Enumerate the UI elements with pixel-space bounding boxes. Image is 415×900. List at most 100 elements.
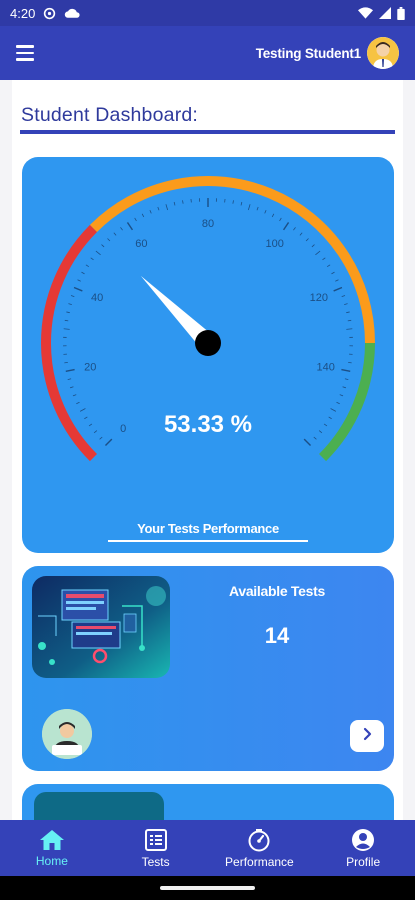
gauge-minor-tick [346, 311, 350, 314]
gauge-minor-tick [63, 328, 70, 330]
gauge-value-text: 53.33 % [164, 411, 252, 438]
gauge-minor-tick [77, 279, 81, 282]
gauge-tick-label: 20 [84, 361, 96, 373]
gauge-minor-tick [264, 209, 267, 214]
gauge-minor-tick [93, 430, 98, 434]
gauge-minor-tick [95, 250, 101, 256]
gauge-minor-tick [165, 204, 169, 211]
gauge-minor-tick [328, 416, 332, 420]
gauge-minor-tick [293, 227, 296, 231]
tests-illustration [32, 576, 170, 678]
nav-tests[interactable]: Tests [104, 820, 208, 876]
gauge-minor-tick [256, 206, 259, 211]
gauge-minor-tick [323, 423, 328, 427]
gauge-minor-tick [157, 206, 160, 211]
battery-icon [397, 6, 405, 20]
status-bar: 4:20 [0, 0, 415, 26]
gauge-minor-tick [64, 319, 69, 322]
gauge-minor-tick [120, 227, 123, 231]
gauge-minor-tick [336, 401, 340, 405]
gauge-minor-tick [85, 264, 90, 268]
gauge-major-tick [303, 438, 312, 447]
speedometer-icon [247, 828, 271, 852]
gauge-minor-tick [67, 378, 72, 380]
gauge-minor-tick [232, 200, 234, 204]
gauge-minor-tick [347, 319, 352, 322]
gauge-major-tick [333, 286, 343, 292]
nav-tests-label: Tests [141, 854, 170, 869]
gauge-tick-label: 80 [202, 218, 214, 230]
gauge-arc-mid [89, 176, 375, 343]
nav-performance[interactable]: Performance [208, 820, 312, 876]
gauge-minor-tick [341, 295, 346, 298]
available-tests-label: Available Tests [229, 583, 325, 599]
gauge-minor-tick [88, 423, 93, 427]
home-gesture-pill[interactable] [160, 886, 255, 890]
performance-gauge-card: 0 20 40 60 80 100 120 140 53.33 % Your Tests Per… [22, 157, 394, 553]
gauge-minor-tick [271, 213, 275, 218]
gauge-minor-tick [313, 436, 317, 440]
signal-icon [379, 7, 391, 19]
gauge-tick-label: 100 [265, 238, 283, 250]
gauge-minor-tick [68, 303, 72, 305]
gauge-minor-tick [331, 271, 335, 275]
open-tests-button[interactable] [350, 720, 384, 752]
person-icon [351, 828, 375, 852]
gauge-minor-tick [76, 401, 80, 405]
gauge-minor-tick [81, 271, 85, 275]
gauge-tick-label: 140 [317, 361, 335, 373]
gauge-minor-tick [66, 311, 70, 314]
gauge-minor-tick [279, 217, 282, 222]
gauge-minor-tick [107, 238, 111, 242]
gauge-tick-label: 60 [135, 238, 147, 250]
performance-gauge: 0 20 40 60 80 100 120 140 53.33 % [41, 176, 375, 462]
gauge-minor-tick [134, 217, 137, 222]
cloud-icon [64, 7, 80, 19]
gauge-major-tick [65, 368, 75, 372]
list-icon [144, 828, 168, 852]
gauge-minor-tick [344, 303, 348, 305]
gauge-arc-high [318, 342, 375, 462]
student-illustration [42, 709, 92, 759]
hamburger-menu-icon[interactable] [16, 41, 40, 65]
nav-profile-label: Profile [346, 854, 381, 869]
nav-profile[interactable]: Profile [311, 820, 415, 876]
gauge-minor-tick [182, 200, 184, 204]
gauge-minor-tick [339, 394, 344, 397]
title-underline [20, 130, 395, 134]
gauge-minor-tick [346, 328, 353, 330]
gauge-minor-tick [311, 244, 315, 248]
gauge-tick-label: 120 [310, 292, 328, 304]
chevron-right-icon [360, 727, 374, 746]
nav-home[interactable]: Home [0, 820, 104, 876]
gauge-minor-tick [141, 213, 145, 218]
gauge-minor-tick [315, 250, 321, 256]
gauge-major-tick [104, 438, 113, 447]
gauge-minor-tick [72, 394, 77, 397]
avatar[interactable] [367, 37, 399, 69]
gauge-minor-tick [101, 244, 105, 248]
gauge-major-tick [126, 222, 134, 231]
gauge-minor-tick [299, 232, 303, 236]
next-dashboard-card[interactable] [22, 784, 394, 820]
gauge-tick-label: 40 [91, 292, 103, 304]
page-title: Student Dashboard: [21, 104, 199, 126]
gauge-caption-underline [108, 540, 308, 542]
gauge-minor-tick [322, 257, 326, 261]
gauge-minor-tick [247, 204, 251, 211]
gauge-minor-tick [84, 416, 88, 420]
gauge-hub [195, 330, 221, 356]
gauge-minor-tick [79, 408, 86, 412]
wifi-icon [358, 7, 373, 19]
gauge-minor-tick [70, 295, 75, 298]
gauge-arc-low [41, 224, 98, 462]
user-name: Testing Student1 [255, 45, 362, 61]
gauge-minor-tick [113, 232, 117, 236]
settings-gear-icon [43, 7, 56, 20]
gauge-minor-tick [173, 201, 176, 206]
nav-home-label: Home [35, 853, 68, 868]
gauge-minor-tick [344, 378, 349, 380]
app-bar: Testing Student1 [0, 26, 415, 80]
available-tests-card[interactable]: Available Tests 14 [22, 566, 394, 771]
gauge-minor-tick [305, 238, 309, 242]
